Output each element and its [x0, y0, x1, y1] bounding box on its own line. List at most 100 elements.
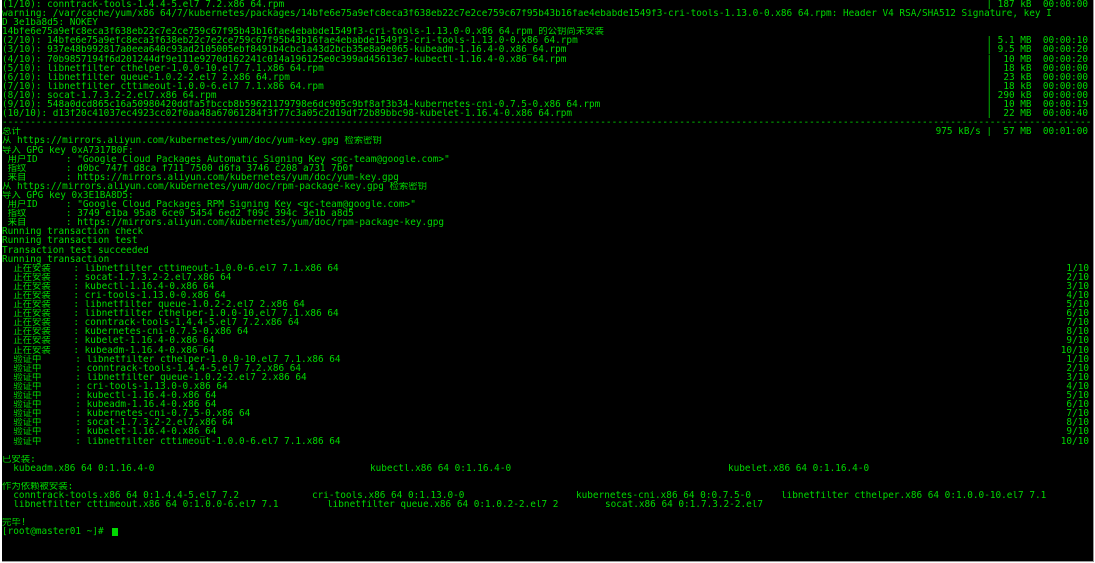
step-counter: 4/10 — [1066, 381, 1089, 392]
download-progress: | 5.1 MB 00:00:10 — [986, 36, 1088, 46]
terminal-line: Running transaction — [2, 255, 1093, 264]
terminal-line-text: Transaction test succeeded — [2, 245, 149, 255]
package-entry: kubectl.x86_64 0:1.16.4-0 — [370, 463, 512, 473]
step-counter: 6/10 — [1066, 309, 1089, 319]
package-entry: kubelet.x86_64 0:1.16.4-0 — [728, 463, 870, 473]
terminal-line: 正在安装 : libnetfilter_cttimeout-1.0.0-6.el… — [2, 264, 1093, 273]
package-entry: libnetfilter_cthelper.x86_64 0:1.0.0-10.… — [781, 491, 1047, 501]
terminal-line: (8/10): socat-1.7.3.2-2.el7.x86_64.rpm | … — [2, 91, 1093, 100]
terminal-line: 正在安装 : kubeadm-1.16.4-0.x86_64 10/10 — [2, 346, 1093, 355]
terminal-line-text: 验证中 : kubernetes-cni-0.7.5-0.x86_64 — [2, 409, 251, 419]
terminal-line-text: libnetfilter_cttimeout.x86_64 0:1.0.0-6.… — [2, 500, 279, 510]
terminal-line: 正在安装 : conntrack-tools-1.4.4-5.el7_7.2.x… — [2, 318, 1093, 327]
terminal-line-text: 正在安装 : cri-tools-1.13.0-0.x86_64 — [2, 291, 226, 301]
text-cursor[interactable] — [112, 528, 118, 537]
step-counter: 6/10 — [1066, 400, 1089, 410]
terminal-line-text: 验证中 : cri-tools-1.13.0-0.x86_64 — [2, 381, 228, 392]
terminal-line-text: 从 https://mirrors.aliyun.com/kubernetes/… — [2, 181, 428, 191]
terminal-line: (6/10): libnetfilter_queue-1.0.2-2.el7_2… — [2, 73, 1093, 82]
terminal-line: 验证中 : cri-tools-1.13.0-0.x86_64 4/10 — [2, 382, 1093, 391]
terminal-line-text: 已安装: — [2, 454, 36, 464]
terminal-line-text: 总计 — [2, 127, 21, 137]
terminal-line: (3/10): 937e48b992817a0eea640c93ad210500… — [2, 45, 1093, 54]
terminal-line-text: 验证中 : kubelet-1.16.4-0.x86_64 — [2, 427, 217, 437]
package-entry: libnetfilter_queue.x86_64 0:1.0.2-2.el7_… — [327, 500, 559, 510]
terminal-line: 总计 975 kB/s | 57 MB 00:01:00 — [2, 127, 1093, 136]
terminal-line-text: 验证中 : kubeadm-1.16.4-0.x86_64 — [2, 400, 217, 410]
terminal-line-text: 从 https://mirrors.aliyun.com/kubernetes/… — [2, 136, 382, 146]
terminal-line: 验证中 : conntrack-tools-1.4.4-5.el7_7.2.x8… — [2, 364, 1093, 373]
download-progress: | 9.5 MB 00:00:20 — [986, 45, 1088, 55]
terminal-line-text: 验证中 : libnetfilter_cthelper-1.0.0-10.el7… — [2, 354, 341, 364]
terminal-line-text: 正在安装 : conntrack-tools-1.4.4-5.el7_7.2.x… — [2, 318, 300, 328]
terminal-line-text: (6/10): libnetfilter_queue-1.0.2-2.el7_2… — [2, 72, 290, 82]
terminal-line: (4/10): 70b9857194f6d201244df9e111e9270d… — [2, 55, 1093, 64]
download-progress: | 10 MB 00:00:20 — [986, 54, 1088, 64]
terminal-line: Running transaction check — [2, 227, 1093, 236]
terminal-line: 从 https://mirrors.aliyun.com/kubernetes/… — [2, 182, 1093, 191]
step-counter: 1/10 — [1066, 354, 1089, 364]
terminal-line: 正在安装 : kubelet-1.16.4-0.x86_64 9/10 — [2, 336, 1093, 345]
terminal-line-text: D 3e1ba8d5: NOKEY — [2, 18, 98, 28]
terminal-line-text: kubeadm.x86_64 0:1.16.4-0 — [2, 463, 155, 473]
terminal-line-text: 来自 : https://mirrors.aliyun.com/kubernet… — [2, 218, 445, 228]
step-counter: 9/10 — [1066, 336, 1089, 346]
terminal-line-text: Running transaction — [2, 254, 110, 264]
terminal-line: ----------------------------------------… — [2, 118, 1093, 127]
step-counter: 1/10 — [1066, 263, 1089, 273]
terminal-line-text: 指纹 : 3749 e1ba 95a8 6ce0 5454 6ed2 f09c … — [2, 209, 354, 219]
step-counter: 3/10 — [1066, 281, 1089, 291]
terminal-line: 导入 GPG key 0x3E1BA8D5: — [2, 191, 1093, 200]
terminal-line-text: 正在安装 : kubelet-1.16.4-0.x86_64 — [2, 336, 215, 346]
terminal-line-text: 验证中 : conntrack-tools-1.4.4-5.el7_7.2.x8… — [2, 363, 302, 373]
terminal-line-text: 验证中 : libnetfilter_queue-1.0.2-2.el7_2.x… — [2, 372, 307, 382]
step-counter: 7/10 — [1066, 318, 1089, 328]
terminal-line-text: 导入 GPG key 0xA7317B0F: — [2, 145, 134, 155]
download-progress: | 187 kB 00:00:00 — [986, 0, 1088, 10]
terminal-line: 用户ID : "Google Cloud Packages Automatic … — [2, 155, 1093, 164]
terminal-line: 验证中 : kubernetes-cni-0.7.5-0.x86_64 7/10 — [2, 409, 1093, 418]
terminal-line-text: (2/10): 14bfe6e75a9efc8eca3f638eb22c7e2c… — [2, 36, 578, 46]
terminal-line: libnetfilter_cttimeout.x86_64 0:1.0.0-6.… — [2, 500, 1093, 509]
terminal-line-text: 指纹 : d0bc 747f d8ca f711 7500 d6fa 3746 … — [2, 163, 354, 173]
step-counter: 10/10 — [1060, 345, 1089, 355]
terminal-line-text: (4/10): 70b9857194f6d201244df9e111e9270d… — [2, 54, 567, 64]
terminal-line: 用户ID : "Google Cloud Packages RPM Signin… — [2, 200, 1093, 209]
terminal-line: 来自 : https://mirrors.aliyun.com/kubernet… — [2, 218, 1093, 227]
terminal-line: 已安装: — [2, 455, 1093, 464]
terminal-line-text: 来自 : https://mirrors.aliyun.com/kubernet… — [2, 172, 399, 182]
download-progress: 975 kB/s | 57 MB 00:01:00 — [935, 127, 1088, 137]
terminal-line-text: 导入 GPG key 0x3E1BA8D5: — [2, 190, 134, 201]
step-counter: 10/10 — [1060, 436, 1089, 446]
terminal-line: 正在安装 : libnetfilter_queue-1.0.2-2.el7_2.… — [2, 300, 1093, 309]
terminal-line: 指纹 : d0bc 747f d8ca f711 7500 d6fa 3746 … — [2, 164, 1093, 173]
terminal-line-text: 正在安装 : kubeadm-1.16.4-0.x86_64 — [2, 345, 215, 355]
package-entry: socat.x86_64 0:1.7.3.2-2.el7 — [605, 500, 764, 510]
package-entry: cri-tools.x86_64 0:1.13.0-0 — [312, 491, 465, 501]
terminal-line-text: 完毕! — [2, 518, 27, 528]
terminal-line-text: 验证中 : socat-1.7.3.2-2.el7.x86_64 — [2, 418, 234, 428]
terminal-line: 验证中 : kubectl-1.16.4-0.x86_64 5/10 — [2, 391, 1093, 400]
terminal-line: 验证中 : socat-1.7.3.2-2.el7.x86_64 8/10 — [2, 418, 1093, 427]
terminal-line: (7/10): libnetfilter_cttimeout-1.0.0-6.e… — [2, 82, 1093, 91]
terminal-line-text: [root@master01 ~]# — [2, 527, 110, 537]
terminal-line: Running transaction test — [2, 236, 1093, 245]
terminal-line-text: conntrack-tools.x86_64 0:1.4.4-5.el7_7.2 — [2, 491, 240, 501]
terminal-line-text: 正在安装 : kubernetes-cni-0.7.5-0.x86_64 — [2, 327, 249, 337]
terminal-line: 导入 GPG key 0xA7317B0F: — [2, 146, 1093, 155]
terminal-line-text: 正在安装 : libnetfilter_queue-1.0.2-2.el7_2.… — [2, 300, 305, 310]
terminal-line-text: 验证中 : kubectl-1.16.4-0.x86_64 — [2, 391, 217, 401]
terminal-line: 正在安装 : socat-1.7.3.2-2.el7.x86_64 2/10 — [2, 273, 1093, 282]
terminal-line-text: 正在安装 : socat-1.7.3.2-2.el7.x86_64 — [2, 272, 232, 282]
terminal-line: 验证中 : libnetfilter_cttimeout-1.0.0-6.el7… — [2, 437, 1093, 446]
download-progress: | 22 MB 00:00:40 — [986, 109, 1088, 119]
terminal-line: 指纹 : 3749 e1ba 95a8 6ce0 5454 6ed2 f09c … — [2, 209, 1093, 218]
step-counter: 2/10 — [1066, 363, 1089, 373]
terminal-line: (1/10): conntrack-tools-1.4.4-5.el7_7.2.… — [2, 0, 1093, 9]
terminal-line: 完毕! — [2, 518, 1093, 527]
terminal-window[interactable]: (1/10): conntrack-tools-1.4.4-5.el7_7.2.… — [2, 0, 1094, 562]
terminal-line-text: (10/10): d13f20c41037ec4923cc02f0aa48a67… — [2, 109, 573, 119]
terminal-line: 正在安装 : cri-tools-1.13.0-0.x86_64 4/10 — [2, 291, 1093, 300]
